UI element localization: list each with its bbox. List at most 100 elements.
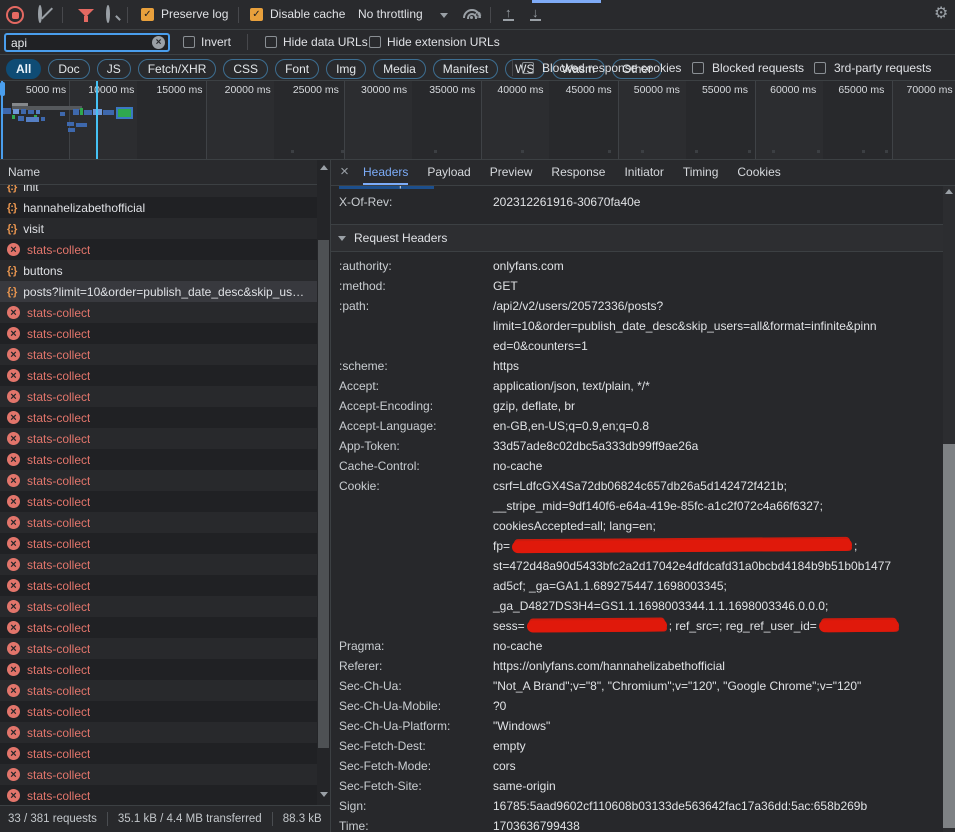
filter-chip-fetch-xhr[interactable]: Fetch/XHR <box>138 59 217 79</box>
timeline-mark <box>608 150 611 153</box>
request-row[interactable]: ×stats-collect <box>0 680 330 701</box>
request-row[interactable]: ×stats-collect <box>0 617 330 638</box>
import-har-icon[interactable]: ↑ <box>503 7 514 21</box>
tab-timing[interactable]: Timing <box>683 160 719 185</box>
record-button[interactable] <box>6 6 24 24</box>
filter-checkbox-3rd-party-requests[interactable]: 3rd-party requests <box>814 61 931 75</box>
invert-checkbox[interactable] <box>183 36 195 48</box>
tab-cookies[interactable]: Cookies <box>737 160 780 185</box>
scroll-up-icon[interactable] <box>945 189 953 194</box>
request-row[interactable]: ×stats-collect <box>0 722 330 743</box>
request-row[interactable]: {:}visit <box>0 218 330 239</box>
header-name: Accept-Language: <box>331 416 493 436</box>
tab-headers[interactable]: Headers <box>363 160 408 185</box>
filter-searchbox[interactable]: × <box>4 33 170 52</box>
request-name: posts?limit=10&order=publish_date_desc&s… <box>23 285 309 299</box>
request-row[interactable]: ×stats-collect <box>0 512 330 533</box>
export-har-icon[interactable]: ↓ <box>530 7 541 21</box>
request-row[interactable]: ×stats-collect <box>0 239 330 260</box>
header-value: https <box>493 356 943 376</box>
checkbox-unchecked-icon[interactable] <box>814 62 826 74</box>
timeline-band <box>618 81 686 159</box>
filter-chip-js[interactable]: JS <box>97 59 131 79</box>
tab-payload[interactable]: Payload <box>427 160 470 185</box>
request-row[interactable]: ×stats-collect <box>0 701 330 722</box>
scroll-down-icon[interactable] <box>320 792 328 797</box>
tab-response[interactable]: Response <box>551 160 605 185</box>
filter-chip-all[interactable]: All <box>6 59 41 79</box>
request-row-selected[interactable]: {:}posts?limit=10&order=publish_date_des… <box>0 281 330 302</box>
scrollbar-thumb[interactable] <box>943 444 955 828</box>
request-row[interactable]: ×stats-collect <box>0 449 330 470</box>
tab-initiator[interactable]: Initiator <box>624 160 663 185</box>
header-row: Sec-Ch-Ua:"Not_A Brand";v="8", "Chromium… <box>331 676 943 696</box>
error-icon: × <box>7 495 20 508</box>
request-row[interactable]: ×stats-collect <box>0 764 330 785</box>
tab-preview[interactable]: Preview <box>490 160 533 185</box>
request-row[interactable]: ×stats-collect <box>0 554 330 575</box>
error-icon: × <box>7 705 20 718</box>
details-scrollbar[interactable] <box>943 186 955 832</box>
request-row[interactable]: ×stats-collect <box>0 575 330 596</box>
clear-icon[interactable] <box>38 5 42 23</box>
filter-chip-img[interactable]: Img <box>326 59 366 79</box>
request-row[interactable]: ×stats-collect <box>0 344 330 365</box>
timeline-gridline <box>892 81 893 159</box>
filter-chip-doc[interactable]: Doc <box>48 59 89 79</box>
request-row[interactable]: ×stats-collect <box>0 596 330 617</box>
hide-extension-urls-checkbox[interactable] <box>369 36 381 48</box>
request-row[interactable]: ×stats-collect <box>0 743 330 764</box>
filter-chip-font[interactable]: Font <box>275 59 319 79</box>
filter-chip-css[interactable]: CSS <box>223 59 268 79</box>
settings-gear-icon[interactable]: ⚙ <box>934 6 948 22</box>
request-row[interactable]: ×stats-collect <box>0 491 330 512</box>
request-row[interactable]: ×stats-collect <box>0 785 330 805</box>
preserve-log-checkbox[interactable] <box>141 8 154 21</box>
chevron-down-icon[interactable] <box>440 13 448 18</box>
scrollbar-thumb[interactable] <box>318 240 329 748</box>
error-icon: × <box>7 369 20 382</box>
clear-search-icon[interactable]: × <box>152 36 165 49</box>
header-row: Sec-Ch-Ua-Platform:"Windows" <box>331 716 943 736</box>
request-row[interactable]: ×stats-collect <box>0 365 330 386</box>
filter-chip-media[interactable]: Media <box>373 59 426 79</box>
header-value: 202312261916-30670fa40e <box>493 192 943 212</box>
close-icon[interactable]: × <box>337 160 352 185</box>
request-row[interactable]: ×stats-collect <box>0 323 330 344</box>
request-name: stats-collect <box>27 390 90 404</box>
request-row[interactable]: ×stats-collect <box>0 470 330 491</box>
request-row[interactable]: {:}hannahelizabethofficial <box>0 197 330 218</box>
request-row[interactable]: ×stats-collect <box>0 533 330 554</box>
request-row[interactable]: ×stats-collect <box>0 386 330 407</box>
checkbox-unchecked-icon[interactable] <box>692 62 704 74</box>
request-row[interactable]: ×stats-collect <box>0 638 330 659</box>
request-name: stats-collect <box>27 789 90 803</box>
name-column-header[interactable]: Name <box>0 160 330 185</box>
scroll-up-icon[interactable] <box>320 165 328 170</box>
request-headers-section[interactable]: Request Headers <box>331 224 943 252</box>
checkbox-unchecked-icon[interactable] <box>522 62 534 74</box>
filter-chip-manifest[interactable]: Manifest <box>433 59 498 79</box>
filter-checkbox-blocked-response-cookies[interactable]: Blocked response cookies <box>522 61 681 75</box>
throttling-select[interactable]: No throttling <box>358 0 423 29</box>
disclosure-triangle-icon[interactable] <box>338 236 346 241</box>
hide-data-urls-checkbox[interactable] <box>265 36 277 48</box>
request-row[interactable]: ×stats-collect <box>0 428 330 449</box>
request-list-scrollbar[interactable] <box>317 160 330 805</box>
request-row[interactable]: {:}buttons <box>0 260 330 281</box>
request-row[interactable]: ×stats-collect <box>0 407 330 428</box>
search-icon[interactable] <box>106 5 110 23</box>
timeline-gridline <box>755 81 756 159</box>
request-row[interactable]: ×stats-collect <box>0 302 330 323</box>
filter-checkbox-blocked-requests[interactable]: Blocked requests <box>692 61 804 75</box>
timeline-selection-handle[interactable] <box>0 82 5 96</box>
header-value: 16785:5aad9602cf110608b03133de563642fac1… <box>493 796 943 816</box>
disable-cache-checkbox[interactable] <box>250 8 263 21</box>
error-icon: × <box>7 747 20 760</box>
toolbar-divider <box>127 7 128 23</box>
request-name: stats-collect <box>27 558 90 572</box>
search-input[interactable] <box>6 35 141 50</box>
network-overview-timeline[interactable]: 5000 ms10000 ms15000 ms20000 ms25000 ms3… <box>0 81 955 160</box>
json-icon: {:} <box>7 223 16 235</box>
request-row[interactable]: ×stats-collect <box>0 659 330 680</box>
